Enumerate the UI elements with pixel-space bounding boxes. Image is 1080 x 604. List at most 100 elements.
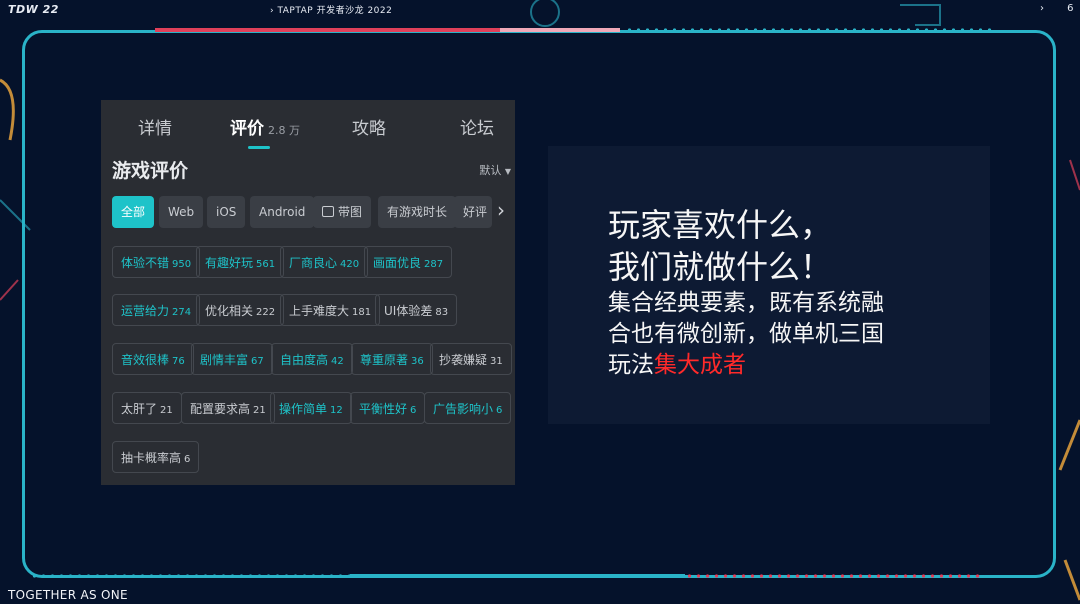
filter-positive[interactable]: 好评	[454, 196, 492, 228]
review-tag[interactable]: 运营给力 274	[112, 294, 201, 326]
filter-bar: 全部 Web iOS Android 带图 有游戏时长 好评	[112, 196, 512, 228]
review-tag[interactable]: 操作简单 12	[270, 392, 352, 424]
body-line: 集合经典要素，既有系统融	[608, 290, 884, 316]
review-tag[interactable]: 剧情丰富 67	[191, 343, 273, 375]
tag-label: 尊重原著	[360, 353, 409, 367]
tag-count: 76	[172, 356, 185, 367]
next-page-icon[interactable]: ›	[1040, 3, 1045, 14]
tab-details[interactable]: 详情	[138, 114, 172, 139]
tag-count: 21	[160, 405, 173, 416]
tag-label: 配置要求高	[190, 402, 251, 416]
tab-bar: 详情 评价 2.8 万 攻略 论坛	[101, 114, 515, 144]
tab-reviews[interactable]: 评价 2.8 万	[230, 114, 300, 139]
body-prefix: 玩法	[608, 352, 654, 378]
headline-line: 玩家喜欢什么，	[608, 206, 833, 244]
progress-dots-top	[625, 28, 995, 32]
progress-bar-bottom	[350, 574, 685, 578]
review-tag[interactable]: 有趣好玩 561	[196, 246, 285, 278]
tag-count: 21	[253, 405, 266, 416]
message-panel: 玩家喜欢什么， 我们就做什么！ 集合经典要素，既有系统融 合也有微创新，做单机三…	[548, 146, 990, 424]
review-tag[interactable]: 画面优良 287	[364, 246, 453, 278]
sort-dropdown[interactable]: 默认 ▼	[479, 162, 511, 178]
tag-count: 420	[340, 259, 360, 270]
tag-count: 561	[256, 259, 276, 270]
tag-count: 36	[411, 356, 424, 367]
tag-count: 31	[490, 356, 503, 367]
tag-count: 287	[424, 259, 444, 270]
review-tag[interactable]: 配置要求高 21	[181, 392, 275, 424]
tag-count: 274	[172, 307, 192, 318]
progress-bar-red	[155, 28, 500, 32]
filter-android[interactable]: Android	[250, 196, 315, 228]
game-review-panel: 详情 评价 2.8 万 攻略 论坛 游戏评价 默认 ▼ 全部 Web iOS An…	[101, 100, 515, 485]
tag-count: 222	[256, 307, 276, 318]
progress-bar-pink	[500, 28, 620, 32]
caret-down-icon: ▼	[504, 167, 511, 176]
filter-web[interactable]: Web	[159, 196, 204, 228]
review-tag[interactable]: 太肝了 21	[112, 392, 182, 424]
filter-label: 带图	[338, 205, 363, 219]
review-tag[interactable]: 体验不错 950	[112, 246, 201, 278]
page-number: 6	[1067, 3, 1074, 14]
tag-label: UI体验差	[384, 304, 433, 318]
tab-guides[interactable]: 攻略	[352, 114, 386, 139]
tag-label: 上手难度大	[289, 304, 350, 318]
event-logo: TDW 22	[8, 3, 59, 16]
tag-label: 太肝了	[121, 402, 158, 416]
filter-all[interactable]: 全部	[112, 196, 155, 228]
review-tag[interactable]: 厂商良心 420	[280, 246, 369, 278]
footer-slogan: TOGETHER AS ONE	[8, 588, 128, 602]
tag-count: 83	[435, 307, 449, 318]
progress-dots-bottom	[30, 574, 350, 578]
tag-label: 厂商良心	[289, 256, 338, 270]
review-tag[interactable]: 上手难度大 181	[280, 294, 381, 326]
filter-with-image[interactable]: 带图	[313, 196, 372, 228]
tag-count: 67	[251, 356, 264, 367]
tag-label: 体验不错	[121, 256, 170, 270]
tab-label: 评价	[230, 119, 264, 139]
filter-with-playtime[interactable]: 有游戏时长	[378, 196, 457, 228]
body-line: 玩法集大成者	[608, 350, 978, 381]
tag-count: 12	[330, 405, 343, 416]
review-tag[interactable]: 尊重原著 36	[351, 343, 433, 375]
review-tag[interactable]: 优化相关 222	[196, 294, 285, 326]
event-title: › TAPTAP 开发者沙龙 2022	[270, 6, 393, 16]
highlight-text: 集大成者	[654, 352, 746, 378]
headline-line: 我们就做什么！	[608, 248, 833, 286]
tab-label: 详情	[138, 119, 172, 139]
filter-ios[interactable]: iOS	[207, 196, 246, 228]
review-tag[interactable]: 自由度高 42	[271, 343, 353, 375]
tag-label: 优化相关	[205, 304, 254, 318]
tag-label: 画面优良	[373, 256, 422, 270]
sort-label: 默认	[479, 164, 502, 177]
tag-label: 抄袭嫌疑	[439, 353, 488, 367]
headline: 玩家喜欢什么， 我们就做什么！	[608, 204, 832, 288]
active-tab-indicator	[248, 146, 270, 149]
tab-label: 攻略	[352, 119, 386, 139]
review-tag[interactable]: 抽卡概率高 6	[112, 441, 200, 473]
tag-label: 广告影响小	[433, 402, 494, 416]
tab-label: 论坛	[460, 119, 494, 139]
body-line: 合也有微创新，做单机三国	[608, 321, 884, 347]
tag-count: 6	[410, 405, 417, 416]
tag-label: 自由度高	[280, 353, 329, 367]
review-tag[interactable]: UI体验差 83	[375, 294, 458, 326]
tag-count: 42	[331, 356, 344, 367]
tag-count: 6	[496, 405, 503, 416]
tag-label: 剧情丰富	[200, 353, 249, 367]
image-icon	[322, 206, 334, 217]
tag-label: 抽卡概率高	[121, 451, 182, 465]
review-tag[interactable]: 抄袭嫌疑 31	[430, 343, 512, 375]
event-title-text: TAPTAP 开发者沙龙 2022	[277, 6, 393, 16]
tag-count: 181	[352, 307, 372, 318]
review-tag[interactable]: 广告影响小 6	[424, 392, 512, 424]
tag-label: 操作简单	[279, 402, 328, 416]
tag-label: 音效很棒	[121, 353, 170, 367]
tab-forum[interactable]: 论坛	[460, 114, 494, 139]
tag-label: 平衡性好	[359, 402, 408, 416]
chevron-right-icon[interactable]: ›	[497, 198, 505, 222]
section-title: 游戏评价	[112, 160, 189, 182]
review-tag[interactable]: 音效很棒 76	[112, 343, 194, 375]
review-tag[interactable]: 平衡性好 6	[350, 392, 426, 424]
tag-count: 6	[184, 454, 191, 465]
